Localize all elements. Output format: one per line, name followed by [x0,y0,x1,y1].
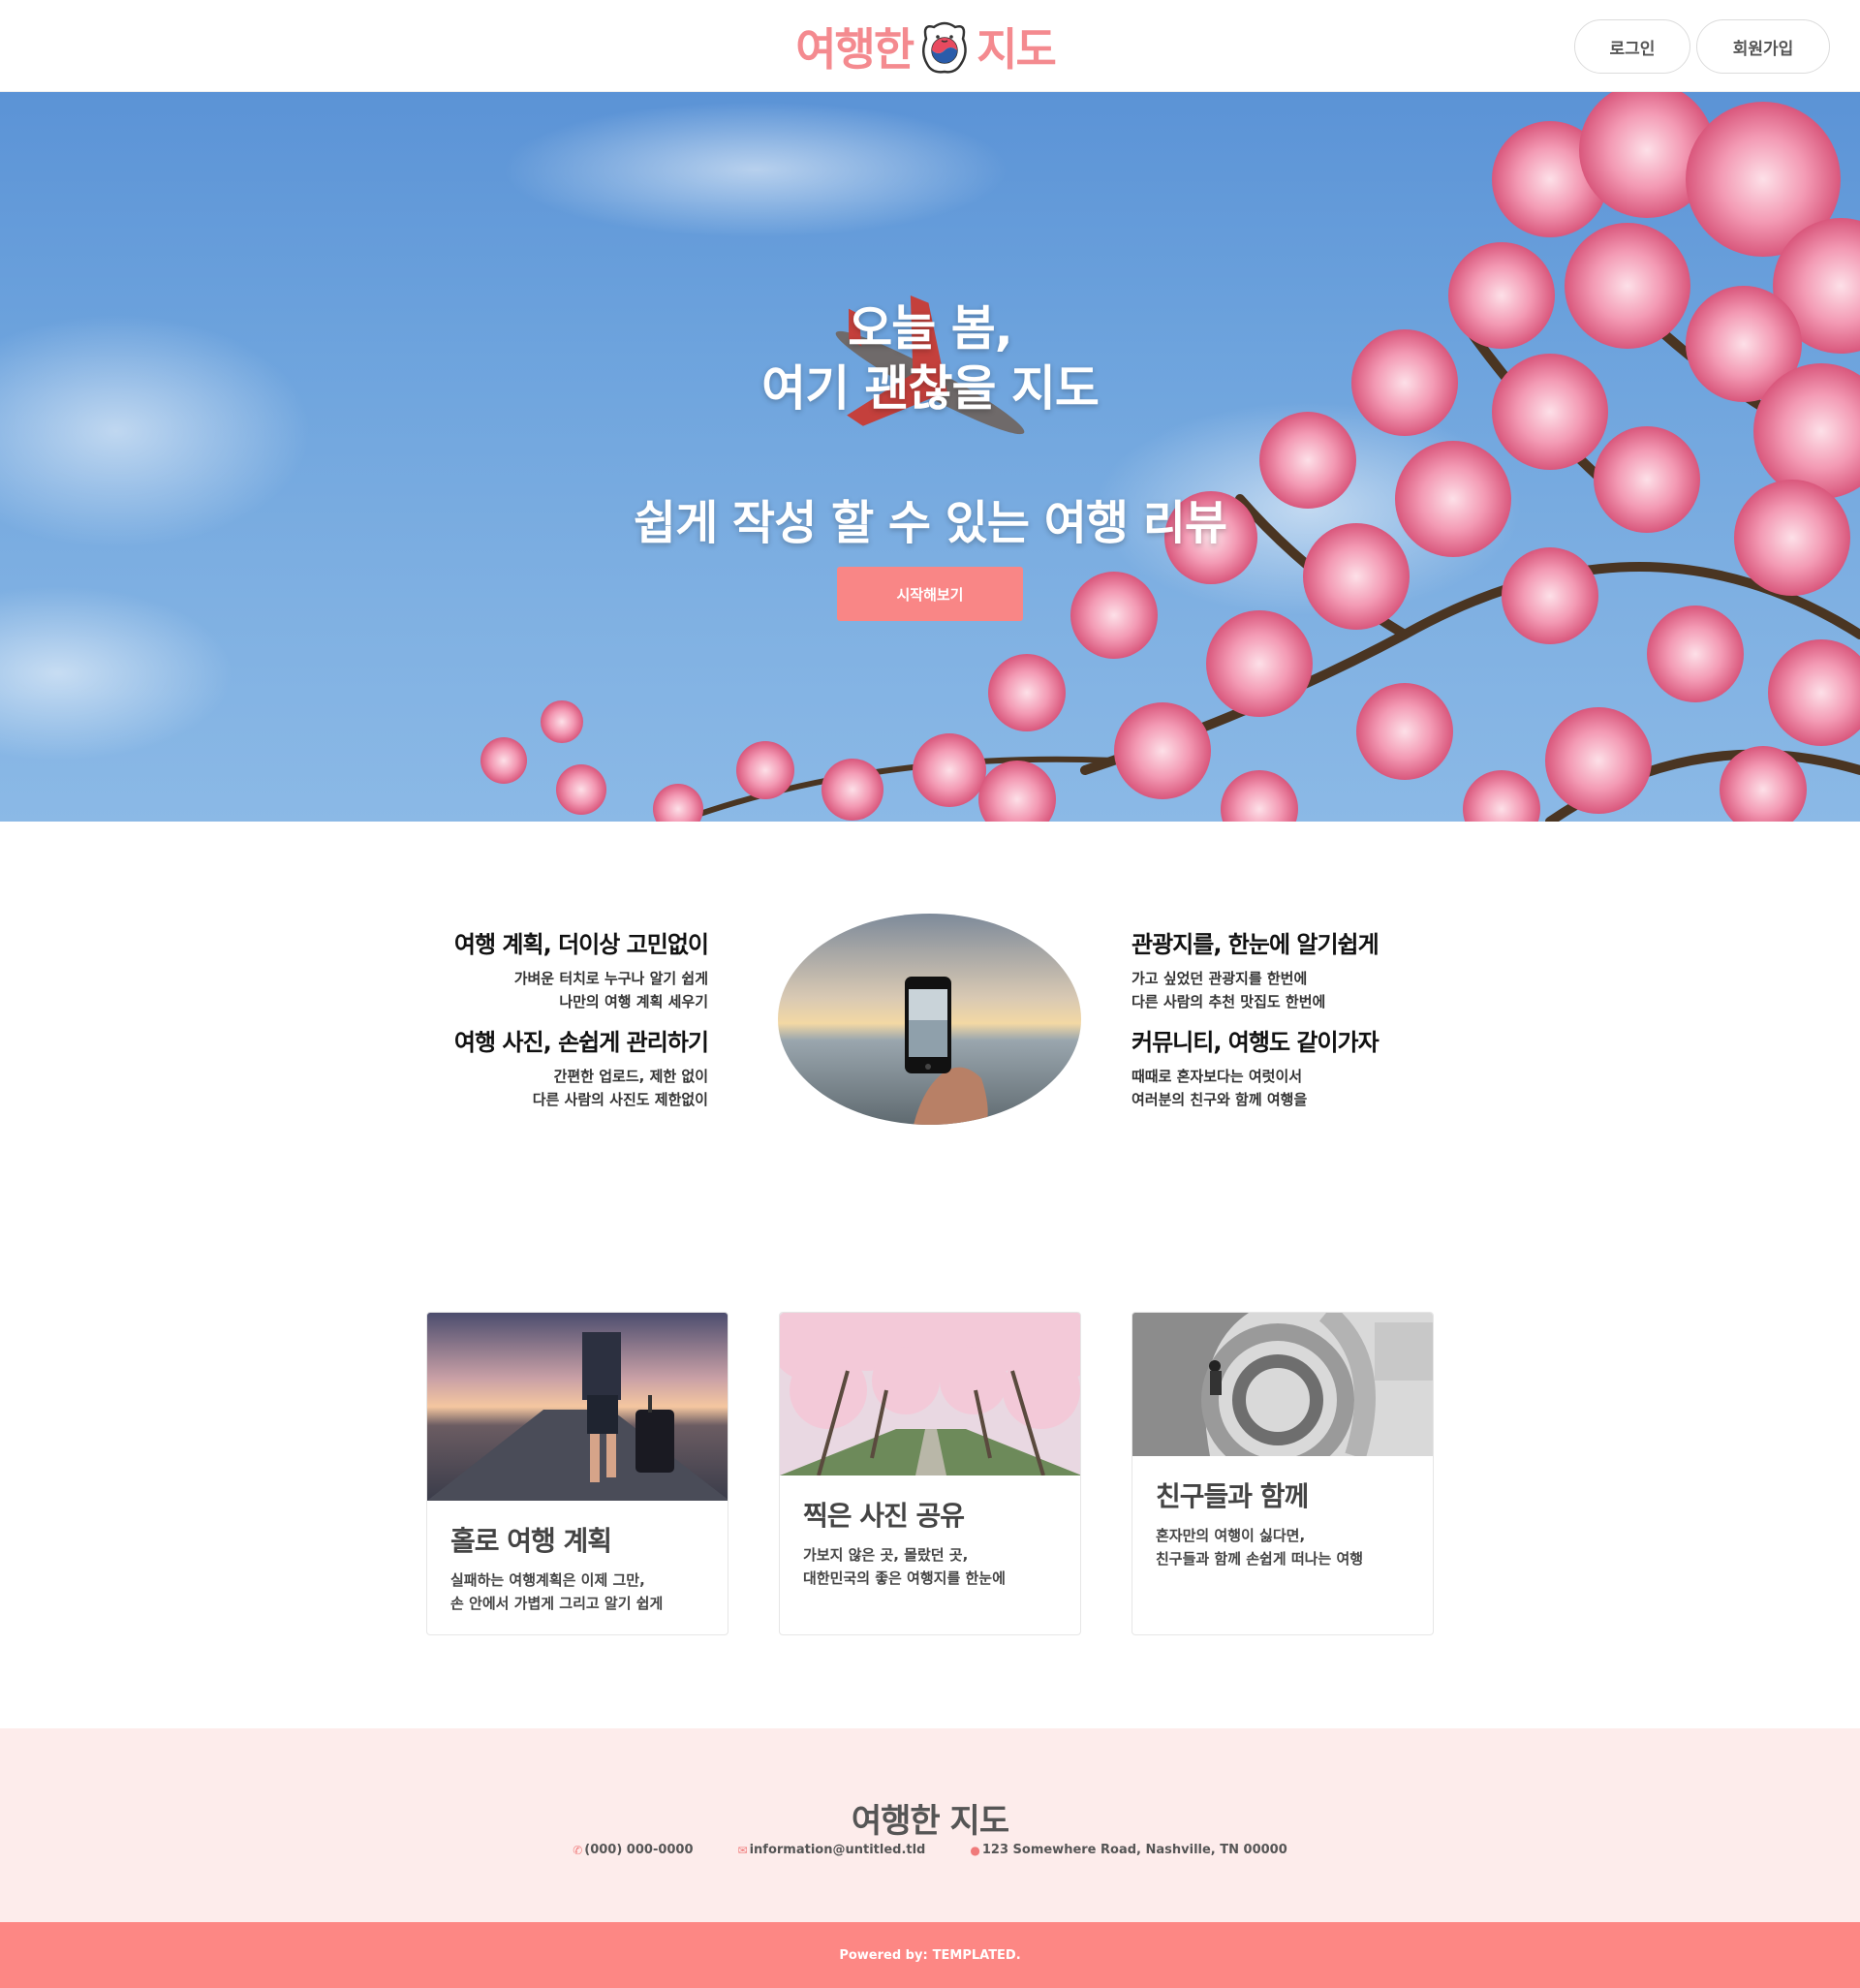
card-description: 혼자만의 여행이 싫다면, 친구들과 함께 손쉽게 떠나는 여행 [1156,1527,1364,1568]
feature-description: 가벼운 터치로 누구나 알기 쉽게 나만의 여행 계획 세우기 [513,970,708,1010]
feature-attractions: 관광지를, 한눈에 알기쉽게 가고 싶었던 관광지를 한번에 다른 사람의 추천 … [1132,925,1442,1013]
powered-by-bar: Powered by: TEMPLATED. [0,1922,1860,1988]
hero-title: 오늘 봄, 여기 괜찮을 지도 [542,298,1318,419]
phone-icon: ✆ [573,1843,583,1857]
card-photo-sharing[interactable]: 찍은 사진 공유 가보지 않은 곳, 몰랐던 곳, 대한민국의 좋은 여행지를 한… [779,1312,1081,1635]
footer-email[interactable]: ✉ information@untitled.tld [738,1843,926,1857]
footer-phone-text: (000) 000-0000 [584,1843,694,1857]
logo-text-right: 지도 [976,23,1057,76]
logo-text-left: 여행한 [795,23,914,76]
hero-banner: 오늘 봄, 여기 괜찮을 지도 쉽게 작성 할 수 있는 여행 리뷰 시작해보기 [0,92,1860,822]
card-image-staircase [1132,1313,1433,1456]
card-description: 가보지 않은 곳, 몰랐던 곳, 대한민국의 좋은 여행지를 한눈에 [803,1546,1006,1587]
card-solo-trip[interactable]: 홀로 여행 계획 실패하는 여행계획은 이제 그만, 손 안에서 가볍게 그리고 … [426,1312,728,1635]
card-title: 찍은 사진 공유 [803,1500,965,1532]
card-image-traveler [427,1313,728,1501]
hero-title-line1: 오늘 봄, [848,300,1012,357]
footer-title: 여행한 지도 [851,1802,1009,1841]
powered-by-label: Powered by: [839,1947,928,1963]
site-logo[interactable]: 여행한 지도 [785,8,1066,85]
feature-title: 여행 계획, 더이상 고민없이 [453,931,709,958]
card-title: 친구들과 함께 [1156,1480,1309,1512]
feature-trip-planning: 여행 계획, 더이상 고민없이 가벼운 터치로 누구나 알기 쉽게 나만의 여행 … [398,925,709,1013]
footer-address-text: 123 Somewhere Road, Nashville, TN 00000 [981,1843,1287,1857]
login-button[interactable]: 로그인 [1574,19,1690,74]
hero-subtitle: 쉽게 작성 할 수 있는 여행 리뷰 [633,496,1227,550]
feature-title: 관광지를, 한눈에 알기쉽게 [1132,931,1380,958]
feature-description: 간편한 업로드, 제한 없이 다른 사람의 사진도 제한없이 [532,1068,708,1108]
phone-photo-image [778,914,1081,1125]
mail-icon: ✉ [737,1843,748,1857]
feature-photo-management: 여행 사진, 손쉽게 관리하기 간편한 업로드, 제한 없이 다른 사람의 사진도… [398,1023,709,1111]
footer-email-text: information@untitled.tld [749,1843,926,1857]
hero-title-line2: 여기 괜찮을 지도 [761,360,1100,417]
powered-by-link[interactable]: TEMPLATED. [933,1948,1021,1963]
mascot-logo-icon [922,21,967,74]
footer-phone[interactable]: ✆ (000) 000-0000 [573,1843,693,1857]
site-header: 여행한 지도 로그인 회원가입 [0,0,1860,92]
hero-background-image [0,92,1860,822]
feature-description: 때때로 혼자보다는 여럿이서 여러분의 친구와 함께 여행을 [1132,1068,1308,1108]
footer-contacts: ✆ (000) 000-0000 ✉ information@untitled.… [0,1843,1860,1857]
card-image-cherry-trees [780,1313,1080,1475]
site-footer: 여행한 지도 ✆ (000) 000-0000 ✉ information@un… [0,1728,1860,1922]
card-description: 실패하는 여행계획은 이제 그만, 손 안에서 가볍게 그리고 알기 쉽게 [450,1571,664,1612]
card-with-friends[interactable]: 친구들과 함께 혼자만의 여행이 싫다면, 친구들과 함께 손쉽게 떠나는 여행 [1132,1312,1434,1635]
footer-address: ● 123 Somewhere Road, Nashville, TN 0000… [970,1843,1286,1857]
signup-button[interactable]: 회원가입 [1696,19,1830,74]
start-button[interactable]: 시작해보기 [837,567,1023,621]
feature-community: 커뮤니티, 여행도 같이가자 때때로 혼자보다는 여럿이서 여러분의 친구와 함께… [1132,1023,1442,1111]
feature-title: 여행 사진, 손쉽게 관리하기 [453,1029,709,1056]
feature-description: 가고 싶었던 관광지를 한번에 다른 사람의 추천 맛집도 한번에 [1132,970,1326,1010]
card-title: 홀로 여행 계획 [450,1525,612,1557]
feature-title: 커뮤니티, 여행도 같이가자 [1132,1029,1380,1056]
map-pin-icon: ● [970,1843,980,1857]
